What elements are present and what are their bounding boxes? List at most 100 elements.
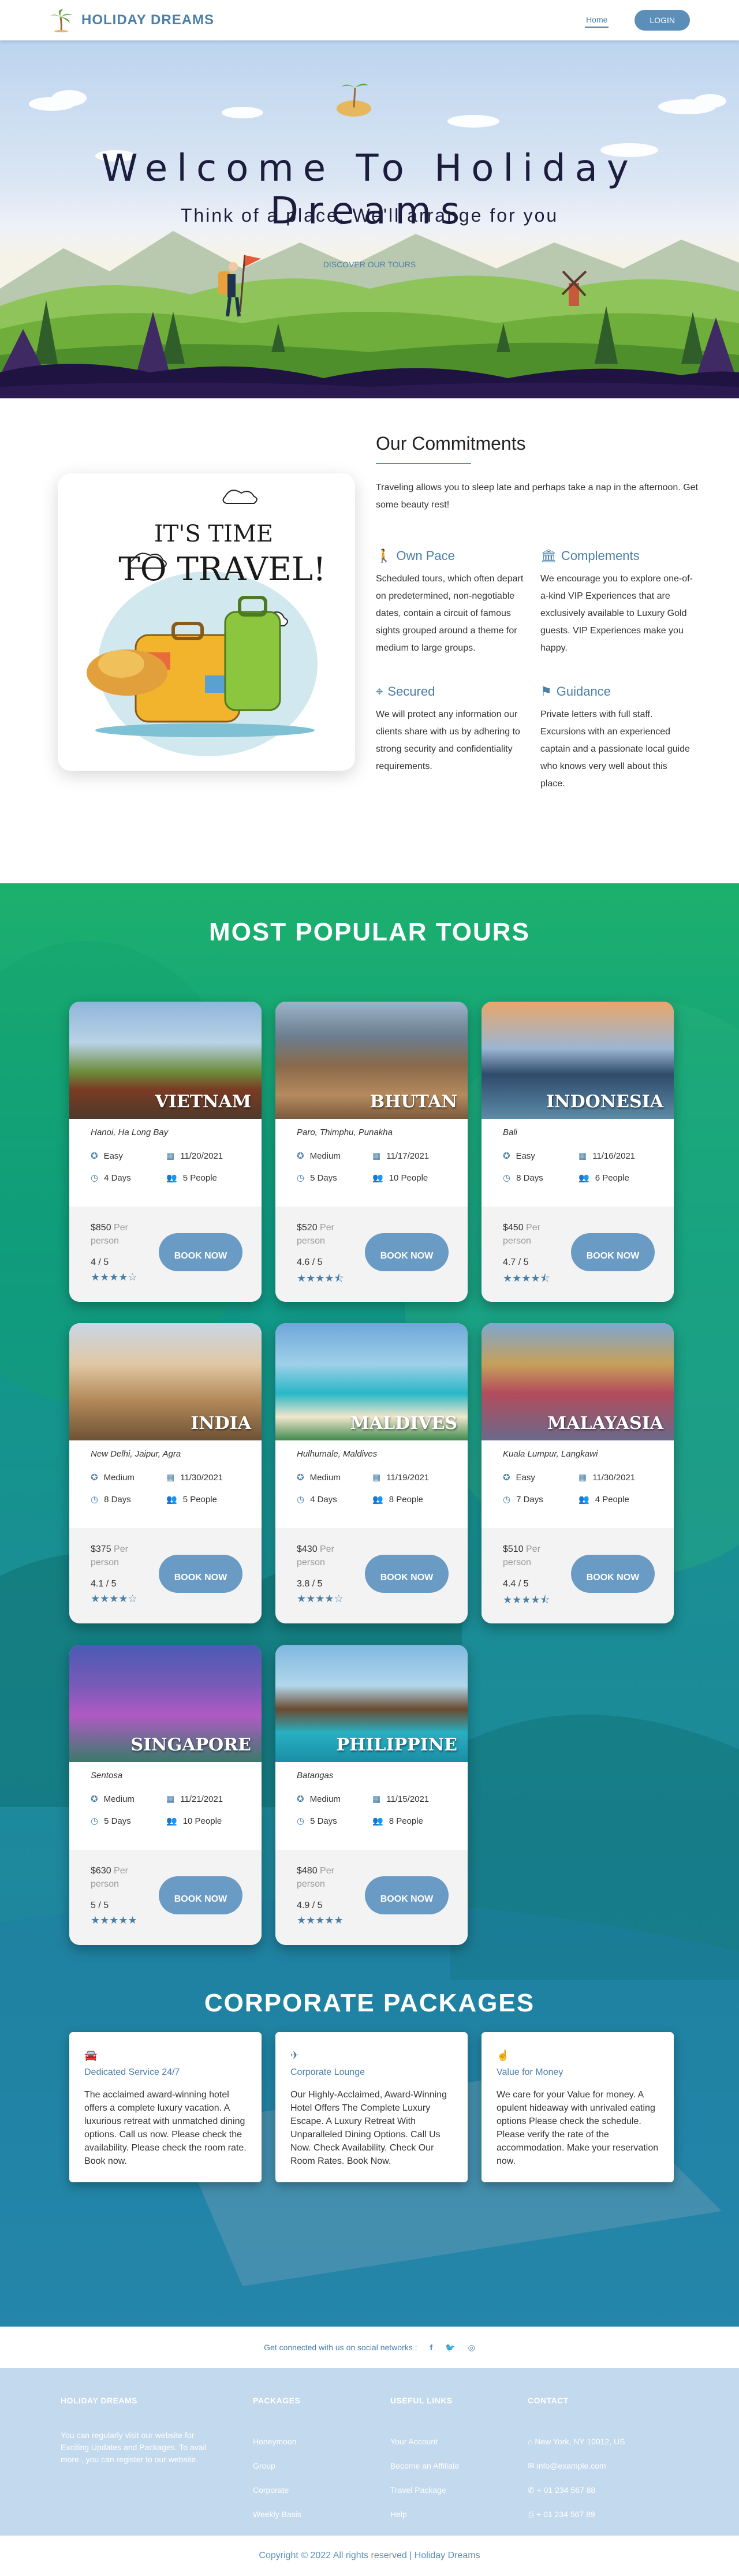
package-title: Dedicated Service 24/7 bbox=[84, 2067, 180, 2077]
tour-image[interactable]: MALAYASIA bbox=[482, 1323, 674, 1440]
tour-date: ▦ 11/16/2021 bbox=[578, 1151, 635, 1162]
package-text: Our Highly-Acclaimed, Award-Winning Hote… bbox=[290, 2090, 447, 2166]
book-now-button[interactable]: BOOK NOW bbox=[365, 1555, 449, 1593]
tour-image[interactable]: INDIA bbox=[69, 1323, 262, 1440]
copyright: Copyright © 2022 All rights reserved | H… bbox=[0, 2536, 739, 2576]
footer-link[interactable]: Travel Package bbox=[390, 2478, 460, 2502]
tour-card-singapore[interactable]: SINGAPORE Sentosa ✪ Medium ▦ 11/21/2021 ◷ 5 Day… bbox=[69, 1645, 262, 1945]
tour-days: ◷ 4 Days bbox=[297, 1494, 337, 1505]
title-underline bbox=[376, 463, 471, 464]
instagram-icon[interactable]: ◎ bbox=[468, 2343, 475, 2353]
tour-image[interactable]: MALDIVES bbox=[275, 1323, 468, 1440]
tour-price-value: $375 bbox=[91, 1544, 111, 1554]
book-now-button[interactable]: BOOK NOW bbox=[571, 1555, 655, 1593]
tour-people-value: 6 People bbox=[595, 1173, 629, 1183]
discover-tours-button[interactable]: DISCOVER OUR TOURS bbox=[294, 255, 445, 274]
feature-guidance: ⚑ Guidance Private letters with full staf… bbox=[540, 684, 693, 793]
star-rating-icon: ★★★★★ bbox=[297, 1914, 344, 1926]
tour-days-value: 5 Days bbox=[310, 1173, 337, 1183]
tour-level: ✪ Medium bbox=[297, 1794, 341, 1805]
tour-card-indonesia[interactable]: INDONESIA Bali ✪ Easy ▦ 11/16/2021 ◷ 8 Days 👥 6 P… bbox=[482, 1002, 674, 1302]
tour-image[interactable]: INDONESIA bbox=[482, 1002, 674, 1119]
tour-people: 👥 5 People bbox=[166, 1494, 217, 1505]
clock-icon: ◷ bbox=[297, 1173, 305, 1183]
twitter-icon[interactable]: 🐦 bbox=[445, 2343, 455, 2353]
book-now-button[interactable]: BOOK NOW bbox=[571, 1233, 655, 1271]
footer-about-text: You can regularly visit our website for … bbox=[61, 2431, 207, 2464]
envelope-icon: ✉ bbox=[528, 2461, 537, 2470]
footer-link[interactable]: Group bbox=[253, 2454, 301, 2478]
book-now-button[interactable]: BOOK NOW bbox=[159, 1233, 242, 1271]
package-card-corporate-lounge[interactable]: ✈ Corporate Lounge Our Highly-Acclaimed,… bbox=[275, 2032, 468, 2182]
contact-email[interactable]: info@example.com bbox=[537, 2461, 606, 2470]
book-now-button[interactable]: BOOK NOW bbox=[159, 1555, 242, 1593]
footer-link[interactable]: Weekly Basis bbox=[253, 2502, 301, 2526]
tour-card-india[interactable]: INDIA New Delhi, Jaipur, Agra ✪ Medium ▦ 11/3… bbox=[69, 1323, 262, 1623]
tour-rating: 4.1 / 5 bbox=[91, 1579, 117, 1589]
footer-link[interactable]: Help bbox=[390, 2502, 460, 2526]
tour-days-value: 4 Days bbox=[104, 1173, 131, 1183]
tour-name: BHUTAN bbox=[370, 1092, 457, 1112]
tour-rating: 4 / 5 bbox=[91, 1257, 109, 1267]
book-now-button[interactable]: BOOK NOW bbox=[365, 1876, 449, 1914]
tour-image[interactable]: PHILIPPINE bbox=[275, 1645, 468, 1762]
tour-card-maldives[interactable]: MALDIVES Hulhumale, Maldives ✪ Medium ▦ 11/19… bbox=[275, 1323, 468, 1623]
tour-days-value: 5 Days bbox=[104, 1816, 131, 1826]
social-text: Get connected with us on social networks… bbox=[264, 2343, 417, 2352]
tour-name: PHILIPPINE bbox=[336, 1735, 457, 1755]
star-rating-icon: ★★★★⯪ bbox=[503, 1272, 550, 1284]
tour-price-value: $630 bbox=[91, 1866, 111, 1876]
tour-people: 👥 6 People bbox=[578, 1173, 629, 1184]
tour-places: New Delhi, Jaipur, Agra bbox=[91, 1449, 181, 1459]
tour-price: $510 Per person bbox=[503, 1543, 566, 1569]
tour-image[interactable]: BHUTAN bbox=[275, 1002, 468, 1119]
tour-people-value: 8 People bbox=[389, 1494, 423, 1504]
tour-card-vietnam[interactable]: VIETNAM Hanoi, Ha Long Bay ✪ Easy ▦ 11/20/202… bbox=[69, 1002, 262, 1302]
tour-card-philippine[interactable]: PHILIPPINE Batangas ✪ Medium ▦ 11/15/2021 ◷ 5 D… bbox=[275, 1645, 468, 1945]
commitments-title: Our Commitments bbox=[376, 433, 526, 454]
difficulty-icon: ✪ bbox=[91, 1473, 98, 1483]
tour-rating: 4.7 / 5 bbox=[503, 1257, 529, 1267]
tour-level: ✪ Easy bbox=[503, 1472, 535, 1483]
footer-link[interactable]: Become an Affiliate bbox=[390, 2454, 460, 2478]
footer-link[interactable]: Your Account bbox=[390, 2429, 460, 2454]
calendar-icon: ▦ bbox=[372, 1794, 381, 1804]
nav-link-home[interactable]: Home bbox=[585, 13, 609, 28]
clock-icon: ◷ bbox=[503, 1173, 511, 1183]
tour-date: ▦ 11/20/2021 bbox=[166, 1151, 223, 1162]
star-rating-icon: ★★★★⯪ bbox=[503, 1594, 550, 1606]
people-icon: 👥 bbox=[372, 1816, 383, 1826]
hero-subtitle: Think of a place, We'll arrange for you bbox=[180, 205, 559, 226]
star-rating-icon: ★★★★⯪ bbox=[297, 1272, 344, 1284]
tour-level-value: Medium bbox=[309, 1794, 341, 1804]
tour-places: Sentosa bbox=[91, 1771, 123, 1780]
clock-icon: ◷ bbox=[297, 1816, 305, 1826]
poster-line-2: TO TRAVEL! bbox=[118, 551, 326, 588]
brand[interactable]: HOLIDAY DREAMS bbox=[49, 8, 214, 32]
package-card-dedicated-service[interactable]: 🚘 Dedicated Service 24/7 The acclaimed a… bbox=[69, 2032, 262, 2182]
tour-date-value: 11/20/2021 bbox=[180, 1151, 223, 1161]
tour-rating: 5 / 5 bbox=[91, 1901, 109, 1910]
package-card-value-for-money[interactable]: ☝ Value for Money We care for your Value… bbox=[482, 2032, 674, 2182]
tour-level-value: Medium bbox=[103, 1794, 135, 1804]
contact-phone[interactable]: + 01 234 567 88 bbox=[537, 2485, 596, 2495]
tour-image[interactable]: SINGAPORE bbox=[69, 1645, 262, 1762]
tour-card-malaysia[interactable]: MALAYASIA Kuala Lumpur, Langkawi ✪ Easy ▦ 11/… bbox=[482, 1323, 674, 1623]
tour-date: ▦ 11/15/2021 bbox=[372, 1794, 429, 1805]
tour-image[interactable]: VIETNAM bbox=[69, 1002, 262, 1119]
book-now-button[interactable]: BOOK NOW bbox=[365, 1233, 449, 1271]
tour-level: ✪ Medium bbox=[297, 1472, 341, 1483]
tour-card-bhutan[interactable]: BHUTAN Paro, Thimphu, Punakha ✪ Medium ▦ 11/1… bbox=[275, 1002, 468, 1302]
people-icon: 👥 bbox=[166, 1173, 177, 1183]
navbar: HOLIDAY DREAMS Home LOGIN bbox=[0, 0, 739, 40]
footer-packages: PACKAGES Honeymoon Group Corporate Weekl… bbox=[253, 2396, 301, 2526]
calendar-icon: ▦ bbox=[578, 1473, 587, 1483]
nav-right: Home LOGIN bbox=[585, 10, 690, 31]
login-button[interactable]: LOGIN bbox=[635, 10, 690, 31]
footer-link[interactable]: Corporate bbox=[253, 2478, 301, 2502]
footer-link[interactable]: Honeymoon bbox=[253, 2429, 301, 2454]
book-now-button[interactable]: BOOK NOW bbox=[159, 1876, 242, 1914]
facebook-icon[interactable]: f bbox=[430, 2343, 433, 2352]
tour-places: Kuala Lumpur, Langkawi bbox=[503, 1449, 598, 1459]
tour-people-value: 10 People bbox=[182, 1816, 222, 1826]
